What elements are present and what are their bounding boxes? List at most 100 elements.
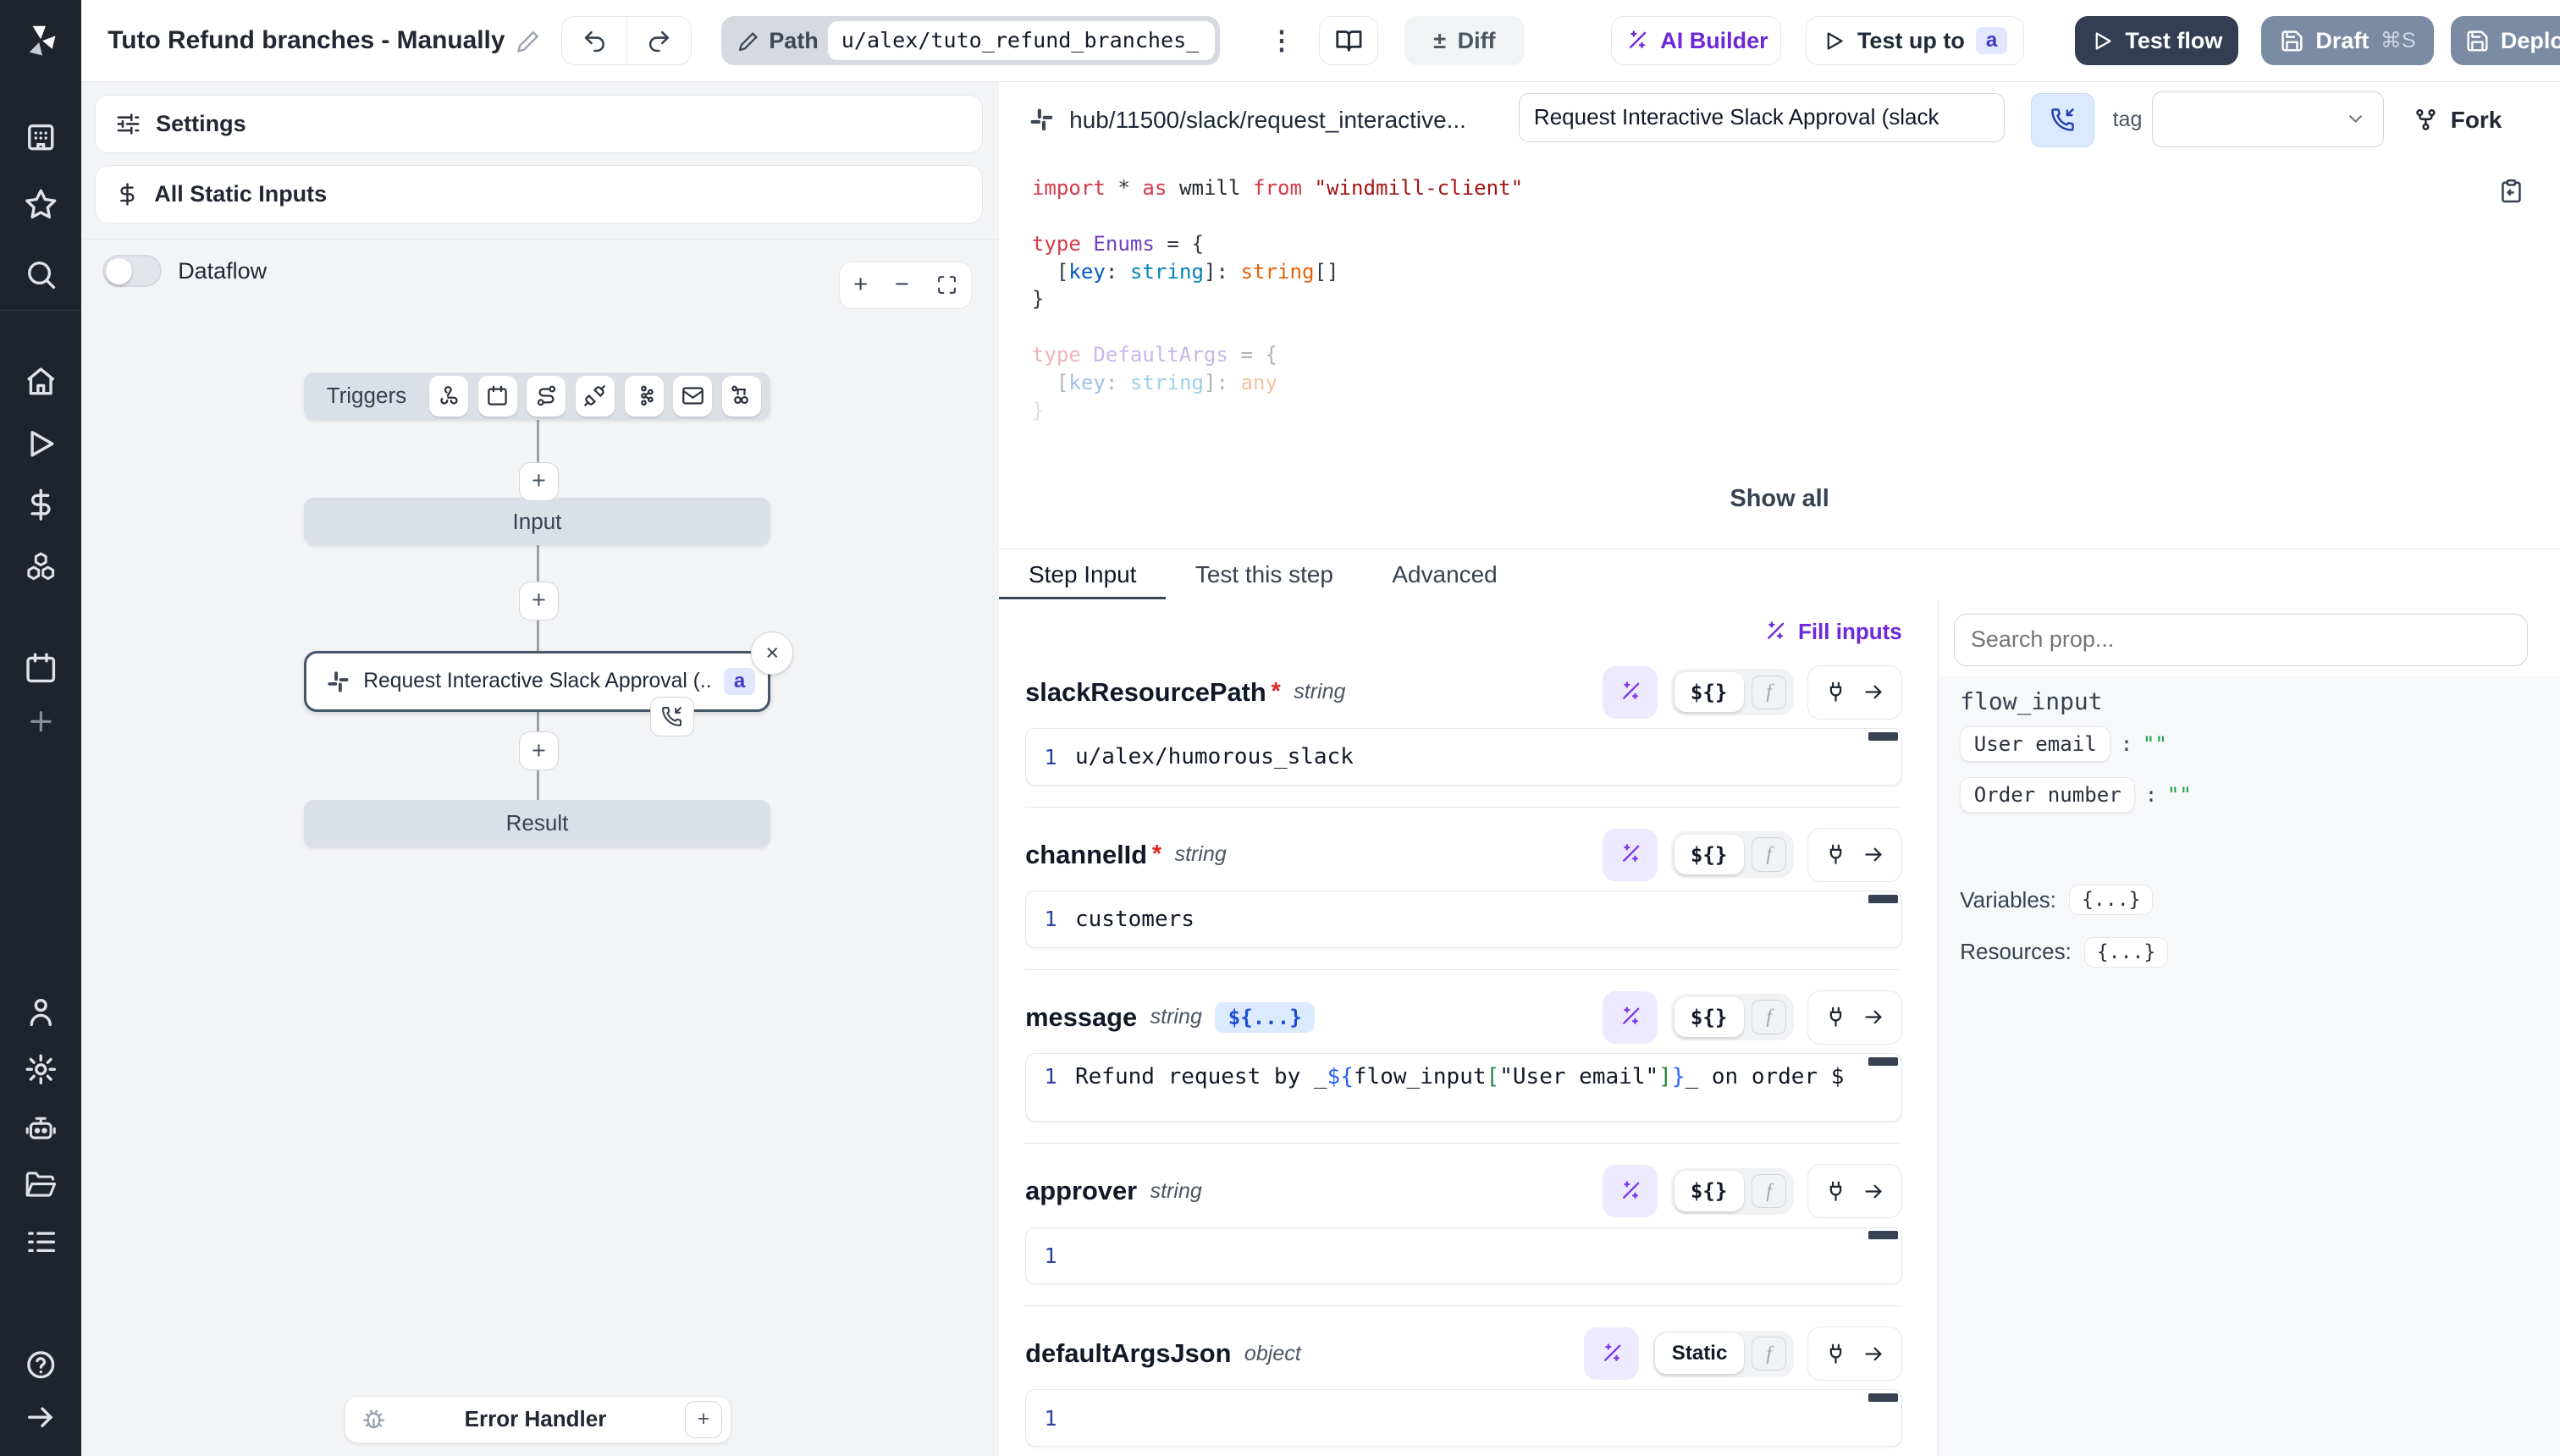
editor-value[interactable]: customers	[1075, 907, 1901, 932]
triggers-bar[interactable]: Triggers	[304, 372, 771, 420]
zoom-out-icon[interactable]: −	[895, 271, 909, 299]
search-prop-input[interactable]	[1954, 614, 2529, 666]
prop-pill[interactable]: User email	[1960, 726, 2110, 762]
hub-script-path[interactable]: hub/11500/slack/request_interactive...	[1029, 81, 1519, 158]
suspend-approval-button[interactable]	[2031, 93, 2094, 147]
home-icon[interactable]	[21, 362, 60, 401]
ai-fill-button[interactable]	[1603, 991, 1658, 1044]
editor-scrollbar[interactable]	[1868, 732, 1898, 741]
editor-scrollbar[interactable]	[1868, 1057, 1898, 1066]
javascript-mode-button[interactable]: f	[1752, 676, 1786, 710]
zoom-in-icon[interactable]: +	[853, 271, 868, 299]
logs-list-icon[interactable]	[21, 1222, 60, 1261]
more-options-kebab-icon[interactable]: ⋮	[1261, 16, 1303, 65]
field-editor[interactable]: 1 customers	[1025, 891, 1902, 948]
email-trigger-icon[interactable]	[673, 376, 712, 416]
approval-phone-badge[interactable]	[650, 697, 694, 736]
javascript-mode-button[interactable]: f	[1752, 1174, 1786, 1209]
settings-gear-icon[interactable]	[21, 1050, 60, 1089]
arrow-right-icon[interactable]	[1862, 1006, 1885, 1029]
plug-icon[interactable]	[1824, 1343, 1847, 1365]
javascript-mode-button[interactable]: f	[1752, 837, 1786, 872]
arrow-right-icon[interactable]	[1862, 1343, 1885, 1365]
ai-fill-button[interactable]	[1603, 666, 1658, 719]
path-group[interactable]: Path u/alex/tuto_refund_branches_	[721, 16, 1219, 65]
prop-pill[interactable]: Order number	[1960, 777, 2135, 813]
copy-code-icon[interactable]	[2498, 178, 2524, 204]
resources-boxes-icon[interactable]	[21, 547, 60, 586]
docs-book-button[interactable]	[1319, 16, 1377, 65]
plug-icon[interactable]	[1824, 681, 1847, 703]
result-node[interactable]: Result	[304, 800, 771, 847]
template-mode-button[interactable]: ${}	[1674, 835, 1744, 874]
arrow-right-icon[interactable]	[1862, 1180, 1885, 1203]
redo-button[interactable]	[626, 16, 691, 65]
editor-scrollbar[interactable]	[1868, 895, 1898, 903]
variables-pill[interactable]: {...}	[2069, 885, 2153, 915]
ai-fill-button[interactable]	[1603, 829, 1658, 881]
tab-advanced[interactable]: Advanced	[1363, 549, 1527, 600]
flow-settings-button[interactable]: Settings	[95, 95, 983, 153]
path-value[interactable]: u/alex/tuto_refund_branches_	[828, 21, 1214, 60]
template-mode-button[interactable]: ${}	[1674, 997, 1744, 1037]
schedule-trigger-icon[interactable]	[478, 376, 517, 416]
step-name-input[interactable]	[1519, 93, 2006, 142]
input-node[interactable]: Input	[304, 498, 771, 545]
template-mode-button[interactable]: ${}	[1674, 1171, 1744, 1211]
field-editor[interactable]: 1 Refund request by _${flow_input["User …	[1025, 1053, 1902, 1122]
poll-trigger-icon[interactable]	[722, 376, 761, 416]
webhook-trigger-icon[interactable]	[429, 376, 468, 416]
resources-pill[interactable]: {...}	[2084, 937, 2168, 968]
collapse-arrow-icon[interactable]	[21, 1398, 60, 1437]
runs-play-icon[interactable]	[21, 424, 60, 463]
schedules-calendar-icon[interactable]	[21, 648, 60, 687]
diff-button[interactable]: ± Diff	[1404, 16, 1526, 65]
field-editor[interactable]: 1	[1025, 1389, 1902, 1447]
show-all-button[interactable]: Show all	[999, 485, 2560, 513]
tab-step-input[interactable]: Step Input	[999, 549, 1166, 600]
editor-scrollbar[interactable]	[1868, 1231, 1898, 1239]
edit-title-pencil-icon[interactable]	[516, 29, 541, 53]
add-plus-icon[interactable]	[21, 702, 60, 741]
add-error-handler-button[interactable]: +	[685, 1401, 722, 1438]
user-icon[interactable]	[21, 993, 60, 1032]
fork-button[interactable]: Fork	[2413, 81, 2502, 158]
variables-dollar-icon[interactable]	[21, 485, 60, 524]
arrow-right-icon[interactable]	[1862, 843, 1885, 866]
add-step-button[interactable]: +	[519, 462, 558, 501]
editor-scrollbar[interactable]	[1868, 1393, 1898, 1402]
deploy-button[interactable]: Deploy	[2451, 16, 2560, 65]
save-draft-button[interactable]: Draft ⌘S	[2261, 16, 2434, 65]
static-mode-button[interactable]: Static	[1655, 1333, 1743, 1373]
field-editor[interactable]: 1	[1025, 1227, 1902, 1285]
http-route-trigger-icon[interactable]	[527, 376, 566, 416]
tab-test-this-step[interactable]: Test this step	[1166, 549, 1363, 600]
undo-button[interactable]	[562, 16, 626, 65]
ai-fill-button[interactable]	[1584, 1327, 1640, 1380]
windmill-logo[interactable]	[0, 0, 81, 81]
tag-select[interactable]	[2152, 91, 2384, 147]
plug-icon[interactable]	[1824, 1180, 1847, 1203]
favorites-star-icon[interactable]	[21, 185, 60, 223]
plug-icon[interactable]	[1824, 843, 1847, 866]
test-up-to-button[interactable]: Test up to a	[1806, 16, 2024, 65]
websocket-trigger-icon[interactable]	[576, 376, 615, 416]
error-handler-node[interactable]: Error Handler +	[345, 1396, 731, 1443]
add-step-button[interactable]: +	[519, 731, 558, 770]
all-static-inputs-button[interactable]: All Static Inputs	[95, 165, 983, 223]
fit-view-icon[interactable]	[936, 274, 957, 295]
template-mode-button[interactable]: ${}	[1674, 672, 1744, 712]
javascript-mode-button[interactable]: f	[1752, 1337, 1786, 1371]
search-icon[interactable]	[21, 255, 60, 294]
apps-icon[interactable]	[21, 118, 60, 157]
editor-value[interactable]: u/alex/humorous_slack	[1075, 744, 1901, 769]
flow-step-node[interactable]: Request Interactive Slack Approval (... …	[304, 651, 771, 711]
plug-icon[interactable]	[1824, 1006, 1847, 1029]
arrow-right-icon[interactable]	[1862, 681, 1885, 703]
flow-input-header[interactable]: flow_input	[1960, 687, 2102, 715]
dataflow-toggle[interactable]	[102, 255, 161, 288]
remove-step-button[interactable]: ×	[751, 631, 793, 674]
help-icon[interactable]	[21, 1345, 60, 1384]
ai-fill-button[interactable]	[1603, 1165, 1658, 1217]
kafka-trigger-icon[interactable]	[625, 376, 664, 416]
